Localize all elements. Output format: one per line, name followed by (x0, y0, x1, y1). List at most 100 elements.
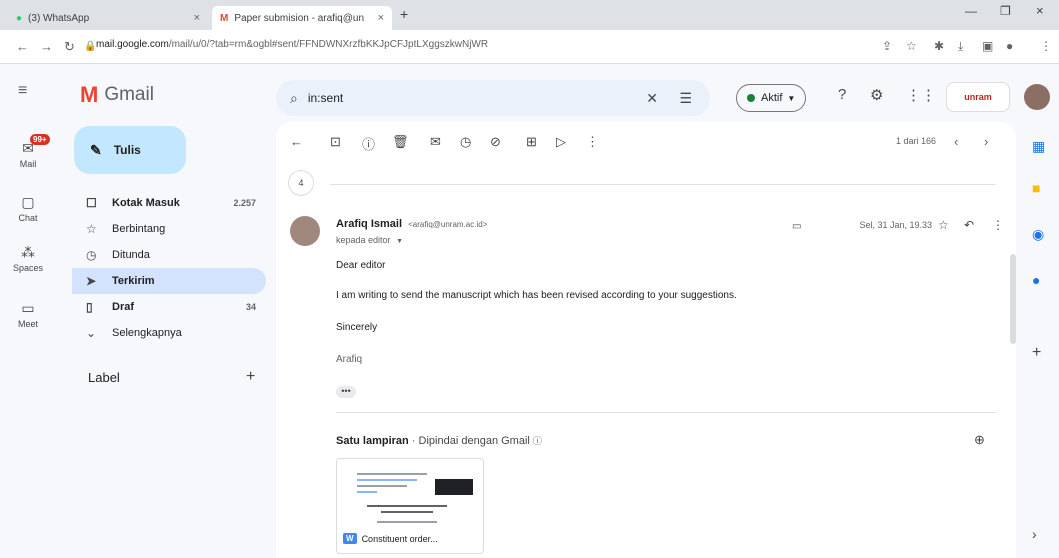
nav-item-inbox[interactable]: ☐ Kotak Masuk 2.257 (72, 190, 266, 216)
attachment-count: Satu lampiran (336, 435, 409, 447)
settings-icon[interactable]: ⚙ (870, 86, 883, 104)
download-icon[interactable]: ⤓ (958, 39, 963, 54)
delete-icon[interactable]: 🗑 (392, 134, 409, 150)
restore-icon[interactable]: ❐ (1000, 4, 1011, 18)
unread-badge: 99+ (30, 134, 50, 145)
keep-icon[interactable]: ■ (1032, 180, 1040, 196)
share-icon[interactable]: ⇪ (882, 39, 892, 53)
message-more-icon[interactable]: ⋮ (992, 218, 1004, 232)
close-tab-icon[interactable]: × (194, 12, 200, 24)
menu-icon[interactable]: ⋮ (1040, 39, 1052, 53)
attachment-card[interactable]: W Constituent order... (336, 458, 484, 554)
divider (330, 184, 996, 185)
recipient-text: kepada editor (336, 235, 391, 245)
close-tab-icon[interactable]: × (378, 12, 384, 24)
attachment-file: W Constituent order... (343, 533, 438, 544)
archive-icon[interactable]: ⊡ (330, 134, 341, 150)
more-options-icon[interactable]: ⋮ (586, 134, 599, 150)
search-input[interactable] (307, 91, 608, 105)
attachment-divider (336, 412, 996, 413)
add-task-icon[interactable]: ⊘ (490, 134, 501, 150)
compose-button[interactable]: ✎ Tulis (74, 126, 186, 174)
forward-icon[interactable]: → (40, 39, 53, 54)
compose-label: Tulis (113, 143, 141, 157)
word-file-icon: W (343, 533, 357, 544)
rail-meet-label: Meet (17, 319, 38, 329)
reload-icon[interactable]: ↻ (64, 39, 75, 55)
rail-meet[interactable]: ▭ Meet (0, 300, 56, 329)
tasks-icon[interactable]: ◉ (1032, 226, 1044, 243)
search-icon[interactable]: ⌕ (290, 90, 298, 107)
rail-chat-label: Chat (18, 213, 38, 223)
nav-item-drafts[interactable]: ▯ Draf 34 (72, 294, 266, 320)
gmail-logo[interactable]: M Gmail (80, 82, 154, 108)
sidepanel-icon[interactable]: ▣ (982, 39, 993, 53)
minimize-icon[interactable]: — (965, 4, 977, 18)
address-bar: ← → ↻ 🔒 mail.google.com/mail/u/0/?tab=rm… (0, 30, 1059, 64)
attachment-thumbnail (347, 469, 475, 529)
clock-icon: ◷ (86, 248, 97, 262)
sender-name[interactable]: Arafiq Ismail (336, 218, 402, 230)
nav-label: Kotak Masuk (112, 197, 180, 209)
back-arrow-icon[interactable]: ← (290, 134, 303, 149)
main-menu-icon[interactable]: ≡ (18, 82, 27, 100)
show-trimmed-button[interactable]: ••• (336, 386, 356, 398)
label-icon[interactable]: ▷ (556, 134, 566, 150)
extensions-icon[interactable]: ✱ (934, 39, 944, 53)
move-to-icon[interactable]: ⊞ (526, 134, 537, 150)
scrollbar[interactable] (1010, 254, 1016, 344)
info-icon[interactable]: ⓘ (533, 436, 542, 446)
gmail-logo-icon: M (80, 82, 99, 107)
status-label: Aktif (761, 92, 783, 104)
rail-spaces[interactable]: ⁂ Spaces (0, 244, 56, 273)
chat-icon: ▢ (21, 194, 35, 210)
rail-mail[interactable]: ✉ Mail (0, 140, 56, 169)
mark-unread-icon[interactable]: ✉ (430, 134, 441, 150)
lock-icon: 🔒 (84, 41, 97, 52)
nav-item-starred[interactable]: ☆ Berbintang (72, 216, 266, 242)
avatar[interactable] (1024, 84, 1050, 110)
draft-icon: ▯ (86, 300, 93, 314)
profile-icon[interactable]: ● (1006, 39, 1013, 53)
sender-avatar[interactable] (290, 216, 320, 246)
expand-panel-icon[interactable]: › (1032, 526, 1037, 542)
star-icon: ☆ (86, 222, 97, 236)
recipient-line[interactable]: kepada editor ▼ (336, 235, 403, 245)
calendar-icon[interactable]: ▦ (1032, 138, 1045, 155)
add-to-drive-icon[interactable]: ⊕ (974, 432, 985, 448)
star-icon[interactable]: ☆ (938, 218, 949, 232)
help-icon[interactable]: ? (838, 86, 846, 103)
add-label-button[interactable]: + (246, 368, 255, 386)
rail-spaces-label: Spaces (12, 263, 44, 273)
back-icon[interactable]: ← (16, 39, 29, 54)
status-button[interactable]: Aktif ▼ (736, 84, 807, 112)
nav-item-sent[interactable]: ➤ Terkirim (72, 268, 266, 294)
snooze-icon[interactable]: ◷ (460, 134, 471, 150)
report-spam-icon[interactable]: ⓘ (362, 134, 375, 153)
apps-grid-icon[interactable]: ⋮⋮ (906, 86, 936, 104)
next-page-icon[interactable]: › (984, 134, 988, 149)
add-addon-icon[interactable]: + (1032, 344, 1041, 362)
reply-icon[interactable]: ↶ (964, 218, 974, 232)
bookmark-star-icon[interactable]: ☆ (906, 39, 917, 53)
new-tab-button[interactable]: + (400, 6, 408, 22)
scan-note: Dipindai dengan Gmail (418, 435, 530, 447)
tab-whatsapp[interactable]: ● (3) WhatsApp × (8, 6, 208, 30)
nav-count: 2.257 (233, 198, 256, 208)
prev-page-icon[interactable]: ‹ (954, 134, 958, 149)
url-field[interactable]: mail.google.com/mail/u/0/?tab=rm&ogbl#se… (96, 39, 488, 50)
app-rail: ≡ ✉ Mail 99+ ▢ Chat ⁂ Spaces ▭ Meet (0, 64, 56, 558)
search-options-icon[interactable]: ☰ (679, 90, 692, 107)
organization-logo[interactable]: unram (946, 82, 1010, 112)
nav-item-more[interactable]: ⌄ Selengkapnya (72, 320, 266, 346)
nav-item-snoozed[interactable]: ◷ Ditunda (72, 242, 266, 268)
tab-gmail[interactable]: M Paper submision - arafiq@unram. × (212, 6, 392, 30)
inbox-icon: ☐ (86, 196, 97, 210)
search-bar: ⌕ ✕ ☰ (276, 80, 710, 116)
close-window-icon[interactable]: × (1036, 3, 1044, 18)
rail-chat[interactable]: ▢ Chat (0, 194, 56, 223)
clear-search-icon[interactable]: ✕ (646, 90, 658, 107)
sender-line: Arafiq Ismail <arafiq@unram.ac.id> (336, 218, 487, 230)
collapsed-messages-button[interactable]: 4 (288, 170, 314, 196)
contacts-icon[interactable]: ● (1032, 272, 1040, 288)
